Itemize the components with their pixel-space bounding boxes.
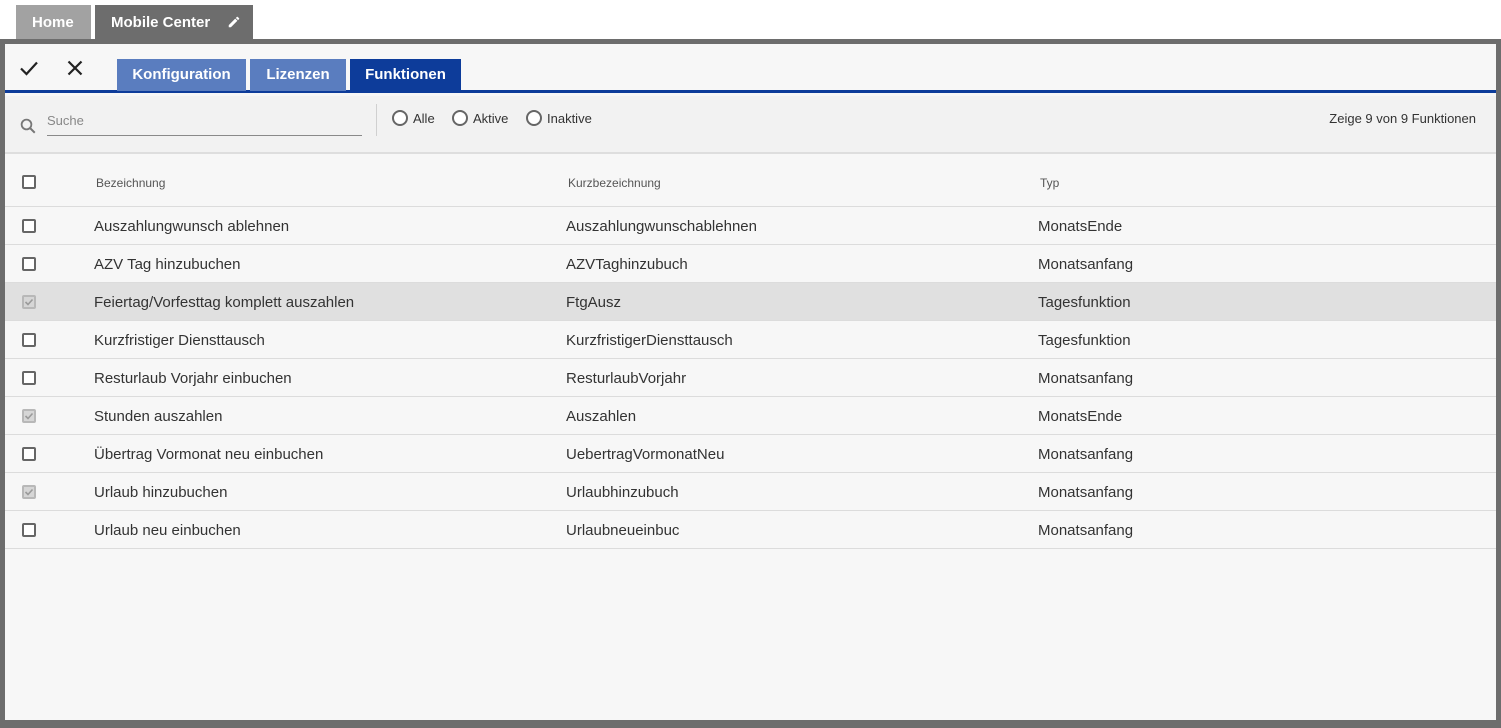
tab-mobile-center[interactable]: Mobile Center: [95, 5, 253, 40]
cell-bezeichnung: AZV Tag hinzubuchen: [94, 256, 241, 273]
cell-bezeichnung: Urlaub hinzubuchen: [94, 484, 228, 501]
cell-typ: MonatsEnde: [1038, 218, 1123, 235]
pencil-icon[interactable]: [227, 15, 241, 29]
content-frame: Konfiguration Lizenzen Funktionen Alle A…: [0, 39, 1501, 728]
tab-mobile-center-label: Mobile Center: [111, 14, 211, 31]
table-row[interactable]: Resturlaub Vorjahr einbuchen ResturlaubV…: [5, 359, 1496, 397]
cell-kurzbezeichnung: Urlaubhinzubuch: [566, 484, 679, 501]
radio-aktive-label: Aktive: [473, 110, 509, 126]
row-checkbox[interactable]: [22, 333, 36, 347]
radio-circle[interactable]: [452, 110, 468, 126]
tab-home-label: Home: [32, 14, 74, 31]
search-icon: [20, 118, 36, 134]
check-icon: [24, 298, 34, 306]
result-count: Zeige 9 von 9 Funktionen: [1329, 111, 1476, 126]
cell-bezeichnung: Auszahlungwunsch ablehnen: [94, 218, 290, 235]
tab-konfiguration[interactable]: Konfiguration: [117, 59, 246, 91]
radio-circle[interactable]: [526, 110, 542, 126]
row-checkbox-checked[interactable]: [22, 295, 36, 309]
column-header-bezeichnung[interactable]: Bezeichnung: [96, 176, 165, 190]
cell-typ: Tagesfunktion: [1038, 294, 1131, 311]
radio-inaktive[interactable]: Inaktive: [526, 108, 592, 128]
cell-bezeichnung: Urlaub neu einbuchen: [94, 522, 241, 539]
filter-bar: Alle Aktive Inaktive Zeige 9 von 9 Funkt…: [5, 96, 1496, 154]
functions-table: Bezeichnung Kurzbezeichnung Typ Auszahlu…: [5, 156, 1496, 549]
table-row[interactable]: Feiertag/Vorfesttag komplett auszahlen F…: [5, 283, 1496, 321]
cell-bezeichnung: Kurzfristiger Diensttausch: [94, 332, 265, 349]
cell-kurzbezeichnung: Auszahlen: [566, 408, 637, 425]
row-checkbox[interactable]: [22, 371, 36, 385]
table-row[interactable]: Stunden auszahlen Auszahlen MonatsEnde: [5, 397, 1496, 435]
table-row[interactable]: Übertrag Vormonat neu einbuchen Uebertra…: [5, 435, 1496, 473]
radio-aktive[interactable]: Aktive: [452, 108, 508, 128]
cell-typ: Monatsanfang: [1038, 256, 1134, 273]
row-checkbox[interactable]: [22, 219, 36, 233]
radio-inaktive-label: Inaktive: [547, 110, 592, 126]
cell-kurzbezeichnung: KurzfristigerDiensttausch: [566, 332, 733, 349]
row-checkbox-checked[interactable]: [22, 409, 36, 423]
radio-alle[interactable]: Alle: [392, 108, 435, 128]
top-tab-bar: Home Mobile Center: [0, 0, 1501, 40]
column-header-kurzbezeichnung[interactable]: Kurzbezeichnung: [568, 176, 661, 190]
tab-funktionen[interactable]: Funktionen: [350, 59, 461, 91]
search-input[interactable]: [47, 106, 362, 136]
radio-circle[interactable]: [392, 110, 408, 126]
cell-typ: Monatsanfang: [1038, 370, 1134, 387]
table-row[interactable]: AZV Tag hinzubuchen AZVTaghinzubuch Mona…: [5, 245, 1496, 283]
tab-home[interactable]: Home: [16, 5, 91, 40]
divider: [376, 104, 377, 136]
cell-kurzbezeichnung: Auszahlungwunschablehnen: [566, 218, 757, 235]
cell-typ: MonatsEnde: [1038, 408, 1123, 425]
cell-kurzbezeichnung: UebertragVormonatNeu: [566, 446, 725, 463]
select-all-checkbox[interactable]: [22, 175, 36, 189]
cell-kurzbezeichnung: FtgAusz: [566, 294, 622, 311]
cell-typ: Monatsanfang: [1038, 446, 1134, 463]
cell-bezeichnung: Resturlaub Vorjahr einbuchen: [94, 370, 292, 387]
row-checkbox[interactable]: [22, 257, 36, 271]
check-icon[interactable]: [17, 56, 41, 80]
cell-typ: Monatsanfang: [1038, 522, 1134, 539]
check-icon: [24, 488, 34, 496]
cell-kurzbezeichnung: AZVTaghinzubuch: [566, 256, 688, 273]
table-row[interactable]: Auszahlungwunsch ablehnen Auszahlungwuns…: [5, 207, 1496, 245]
cell-bezeichnung: Übertrag Vormonat neu einbuchen: [94, 446, 324, 463]
table-row[interactable]: Kurzfristiger Diensttausch Kurzfristiger…: [5, 321, 1496, 359]
row-checkbox-checked[interactable]: [22, 485, 36, 499]
cell-bezeichnung: Stunden auszahlen: [94, 408, 223, 425]
row-checkbox[interactable]: [22, 447, 36, 461]
close-icon[interactable]: [63, 56, 87, 80]
row-checkbox[interactable]: [22, 523, 36, 537]
cell-kurzbezeichnung: Urlaubneueinbuc: [566, 522, 680, 539]
table-row[interactable]: Urlaub hinzubuchen Urlaubhinzubuch Monat…: [5, 473, 1496, 511]
cell-kurzbezeichnung: ResturlaubVorjahr: [566, 370, 687, 387]
toolbar: Konfiguration Lizenzen Funktionen: [5, 44, 1496, 93]
table-header: Bezeichnung Kurzbezeichnung Typ: [5, 156, 1496, 207]
radio-alle-label: Alle: [413, 110, 435, 126]
cell-typ: Tagesfunktion: [1038, 332, 1131, 349]
column-header-typ[interactable]: Typ: [1040, 176, 1059, 190]
cell-bezeichnung: Feiertag/Vorfesttag komplett auszahlen: [94, 294, 355, 311]
table-row[interactable]: Urlaub neu einbuchen Urlaubneueinbuc Mon…: [5, 511, 1496, 549]
main-panel: Konfiguration Lizenzen Funktionen Alle A…: [5, 44, 1496, 720]
tab-lizenzen[interactable]: Lizenzen: [250, 59, 346, 91]
cell-typ: Monatsanfang: [1038, 484, 1134, 501]
check-icon: [24, 412, 34, 420]
